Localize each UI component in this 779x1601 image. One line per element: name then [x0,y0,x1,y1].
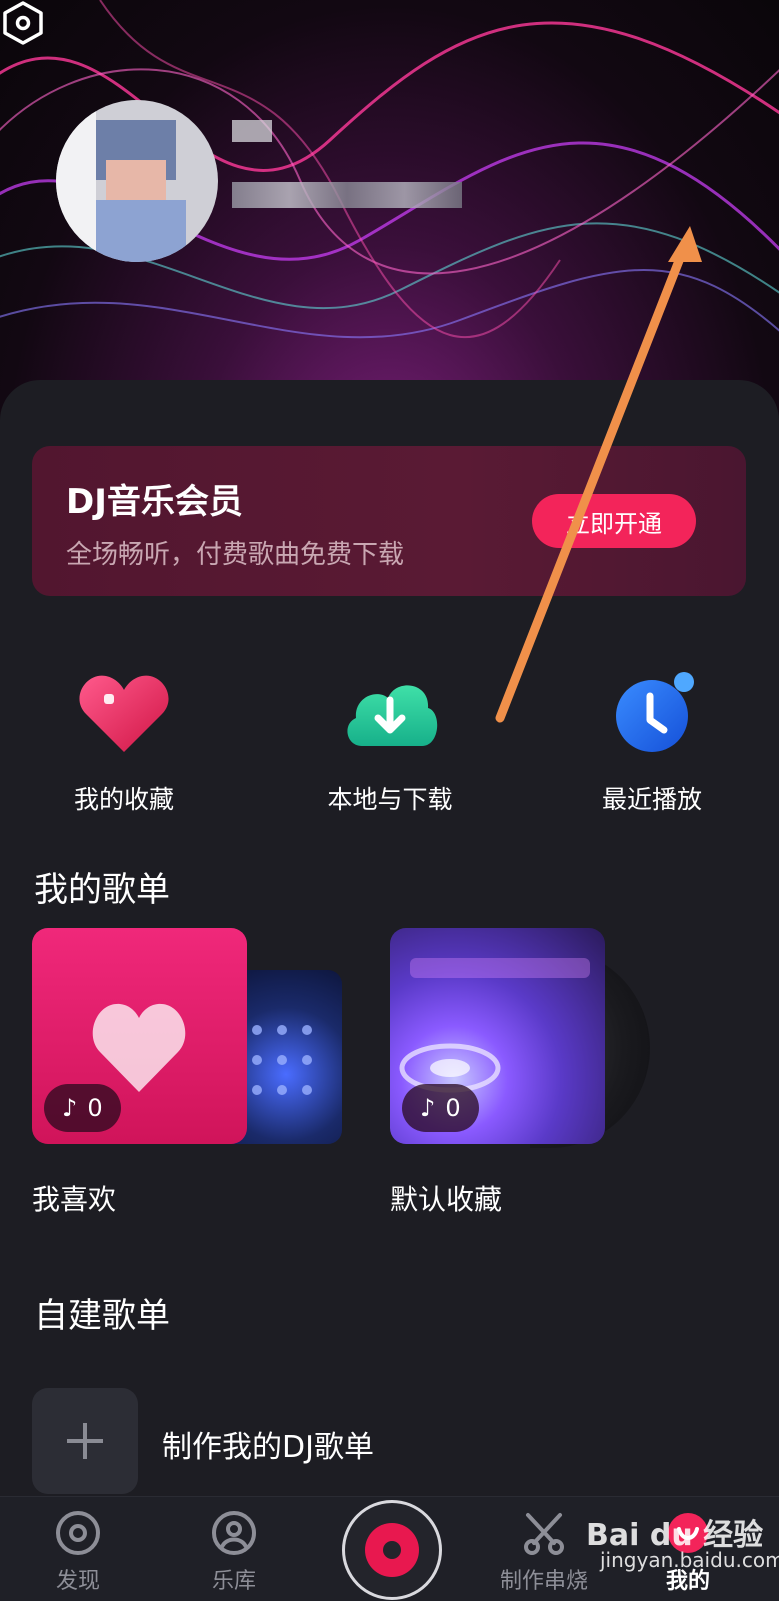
quick-action-label: 我的收藏 [73,785,174,814]
mix-icon [524,1513,564,1555]
song-count: 0 [87,1094,103,1122]
discover-icon [56,1511,100,1555]
quick-action-local-download[interactable]: 本地与下载 [280,668,500,816]
quick-action-recent[interactable]: 最近播放 [542,668,762,816]
username-blurred [232,120,272,142]
tab-library[interactable]: 乐库 [174,1497,294,1601]
library-icon [212,1511,256,1555]
custom-playlists-title: 自建歌单 [34,1296,170,1336]
heart-icon [74,668,174,758]
cloud-download-icon [340,668,440,758]
music-note-icon: ♪ [420,1094,436,1122]
plus-icon [32,1388,138,1494]
my-playlists-title: 我的歌单 [34,870,170,910]
song-count: 0 [445,1094,461,1122]
tab-label: 乐库 [211,1569,256,1594]
profile-header [0,0,779,440]
create-playlist-label: 制作我的DJ歌单 [162,1430,374,1465]
quick-action-favorites[interactable]: 我的收藏 [14,668,234,816]
avatar[interactable] [56,100,218,262]
quick-action-label: 最近播放 [601,785,702,814]
song-count-badge: ♪ 0 [402,1084,479,1132]
clock-icon [602,668,702,758]
vip-banner[interactable]: DJ音乐会员 全场畅听，付费歌曲免费下载 立即开通 [32,446,746,596]
tab-label: 发现 [55,1569,100,1594]
activate-vip-button[interactable]: 立即开通 [532,494,696,548]
liked-cover: ♪ 0 [32,928,247,1144]
song-count-badge: ♪ 0 [44,1084,121,1132]
vip-title: DJ音乐会员 [66,482,243,522]
baidu-watermark-url: jingyan.baidu.com [600,1548,779,1572]
playlist-name: 我喜欢 [32,1183,117,1216]
turntable-cover: ♪ 0 [390,928,605,1144]
quick-action-label: 本地与下载 [327,785,453,814]
settings-gear-icon[interactable] [0,0,46,46]
player-disc-button[interactable] [342,1500,442,1600]
vip-subtitle: 全场畅听，付费歌曲免费下载 [66,540,405,570]
tab-discover[interactable]: 发现 [18,1497,138,1601]
tab-label: 制作串烧 [499,1569,588,1594]
disc-center [383,1541,401,1559]
user-id-blurred [232,182,462,208]
music-note-icon: ♪ [62,1094,78,1122]
create-playlist-button[interactable]: 制作我的DJ歌单 [32,1388,632,1494]
playlist-name: 默认收藏 [390,1183,503,1216]
